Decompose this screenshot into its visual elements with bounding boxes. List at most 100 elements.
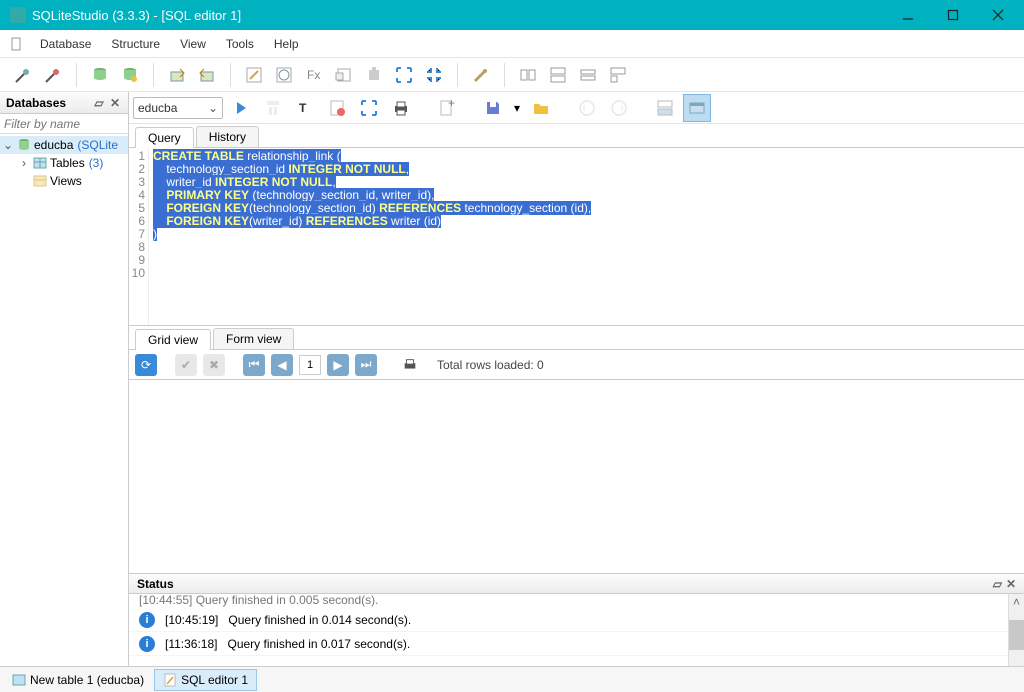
line-gutter: 12345678910: [129, 148, 149, 325]
save-icon[interactable]: [479, 94, 507, 122]
layout4-icon[interactable]: [605, 62, 631, 88]
tables-label: Tables: [50, 156, 85, 170]
tab-history[interactable]: History: [196, 126, 259, 147]
collate-icon[interactable]: [331, 62, 357, 88]
connect-icon[interactable]: [10, 62, 36, 88]
rows-loaded-label: Total rows loaded: 0: [437, 358, 544, 372]
first-page-icon[interactable]: ⏮: [243, 354, 265, 376]
run-icon[interactable]: [227, 94, 255, 122]
grid-body[interactable]: [129, 380, 1024, 573]
rollback-icon[interactable]: ✖: [203, 354, 225, 376]
expand-blue-icon[interactable]: [391, 62, 417, 88]
chevron-right-icon[interactable]: ›: [18, 157, 30, 169]
disconnect-icon[interactable]: [40, 62, 66, 88]
tab-form-view[interactable]: Form view: [213, 328, 294, 349]
prev-query-icon[interactable]: [573, 94, 601, 122]
menu-database[interactable]: Database: [30, 33, 101, 55]
db-tree-row-views[interactable]: Views: [0, 172, 128, 190]
export-icon[interactable]: [164, 62, 190, 88]
bottom-tab-label-1: New table 1 (educba): [30, 673, 144, 687]
app-icon: [10, 7, 26, 23]
tab-query[interactable]: Query: [135, 127, 194, 148]
settings-icon[interactable]: [468, 62, 494, 88]
bottom-tab-sql-editor[interactable]: SQL editor 1: [154, 669, 257, 691]
layout3-icon[interactable]: [575, 62, 601, 88]
db-tree-row-educba[interactable]: ⌄ educba (SQLite: [0, 136, 128, 154]
expand-blue2-icon[interactable]: [355, 94, 383, 122]
collapse-blue-icon[interactable]: [421, 62, 447, 88]
db-select[interactable]: educba⌄: [133, 97, 223, 119]
commit-icon[interactable]: ✔: [175, 354, 197, 376]
status-line: i[10:45:19]Query finished in 0.014 secon…: [129, 608, 1024, 632]
prev-page-icon[interactable]: ◀: [271, 354, 293, 376]
panel-close-icon[interactable]: ✕: [108, 96, 122, 110]
last-page-icon[interactable]: ⏭: [355, 354, 377, 376]
chevron-down-icon[interactable]: ⌄: [2, 139, 14, 151]
sql-editor-icon[interactable]: [241, 62, 267, 88]
views-label: Views: [50, 174, 82, 188]
database-icon: [16, 137, 32, 153]
edit-db-icon[interactable]: [117, 62, 143, 88]
next-query-icon[interactable]: [605, 94, 633, 122]
menu-tools[interactable]: Tools: [216, 33, 264, 55]
close-button[interactable]: [975, 1, 1020, 29]
db-tree-row-tables[interactable]: › Tables (3): [0, 154, 128, 172]
scroll-up-icon[interactable]: ˄: [1009, 594, 1024, 610]
sql-code[interactable]: CREATE TABLE relationship_link ( technol…: [149, 148, 1024, 325]
svg-text:T: T: [299, 101, 307, 115]
db-tree[interactable]: ⌄ educba (SQLite › Tables (3) Views: [0, 134, 128, 666]
query-tabs: Query History: [129, 124, 1024, 148]
status-float-icon[interactable]: ▱: [993, 577, 1002, 591]
menu-view[interactable]: View: [170, 33, 216, 55]
import-icon[interactable]: [194, 62, 220, 88]
menu-help[interactable]: Help: [264, 33, 309, 55]
table-icon: [32, 155, 48, 171]
results-below-icon[interactable]: [651, 94, 679, 122]
next-page-icon[interactable]: ▶: [327, 354, 349, 376]
svg-text:Fx: Fx: [307, 68, 320, 82]
print2-icon[interactable]: [399, 354, 421, 376]
svg-text:+: +: [448, 99, 455, 110]
results-tab-icon[interactable]: [683, 94, 711, 122]
doc-small-icon: [6, 34, 26, 54]
new-editor-icon[interactable]: +: [433, 94, 461, 122]
save-dropdown-icon[interactable]: ▾: [511, 94, 523, 122]
bottom-tab-label-2: SQL editor 1: [181, 673, 248, 687]
layout2-icon[interactable]: [545, 62, 571, 88]
clear-history-icon[interactable]: [323, 94, 351, 122]
explain-icon[interactable]: [259, 94, 287, 122]
menu-structure[interactable]: Structure: [101, 33, 170, 55]
db-kind: (SQLite: [77, 138, 118, 152]
status-close-icon[interactable]: ✕: [1006, 577, 1016, 591]
extension-icon[interactable]: [361, 62, 387, 88]
layout1-icon[interactable]: [515, 62, 541, 88]
print-icon[interactable]: [387, 94, 415, 122]
status-scrollbar[interactable]: ˄: [1008, 594, 1024, 666]
status-line-truncated: [10:44:55] Query finished in 0.005 secon…: [129, 594, 1024, 608]
table-blue-icon: [12, 673, 26, 687]
grid-toolbar: ⟳ ✔ ✖ ⏮ ◀ 1 ▶ ⏭ Total rows loaded: 0: [129, 350, 1024, 380]
open-icon[interactable]: [527, 94, 555, 122]
databases-panel: Databases ▱ ✕ ⌄ educba (SQLite › Tables …: [0, 92, 129, 666]
dropdown-icon: ⌄: [208, 101, 218, 115]
page-number[interactable]: 1: [299, 355, 321, 375]
titlebar: SQLiteStudio (3.3.3) - [SQL editor 1]: [0, 0, 1024, 30]
sql-editor[interactable]: 12345678910 CREATE TABLE relationship_li…: [129, 148, 1024, 326]
add-db-icon[interactable]: [87, 62, 113, 88]
refresh-icon[interactable]: ⟳: [135, 354, 157, 376]
maximize-button[interactable]: [930, 1, 975, 29]
db-filter-input[interactable]: [0, 114, 128, 134]
minimize-button[interactable]: [885, 1, 930, 29]
ddl-history-icon[interactable]: [271, 62, 297, 88]
format-sql-icon[interactable]: T: [291, 94, 319, 122]
fx-icon[interactable]: Fx: [301, 62, 327, 88]
views-icon: [32, 173, 48, 189]
bottom-tab-new-table[interactable]: New table 1 (educba): [4, 670, 152, 690]
panel-float-icon[interactable]: ▱: [92, 96, 106, 110]
editor-toolbar: educba⌄ T + ▾: [129, 92, 1024, 124]
scroll-thumb[interactable]: [1009, 620, 1024, 650]
tab-grid-view[interactable]: Grid view: [135, 329, 211, 350]
status-line: i[11:36:18]Query finished in 0.017 secon…: [129, 632, 1024, 656]
databases-panel-header: Databases ▱ ✕: [0, 92, 128, 114]
info-icon: i: [139, 636, 155, 652]
